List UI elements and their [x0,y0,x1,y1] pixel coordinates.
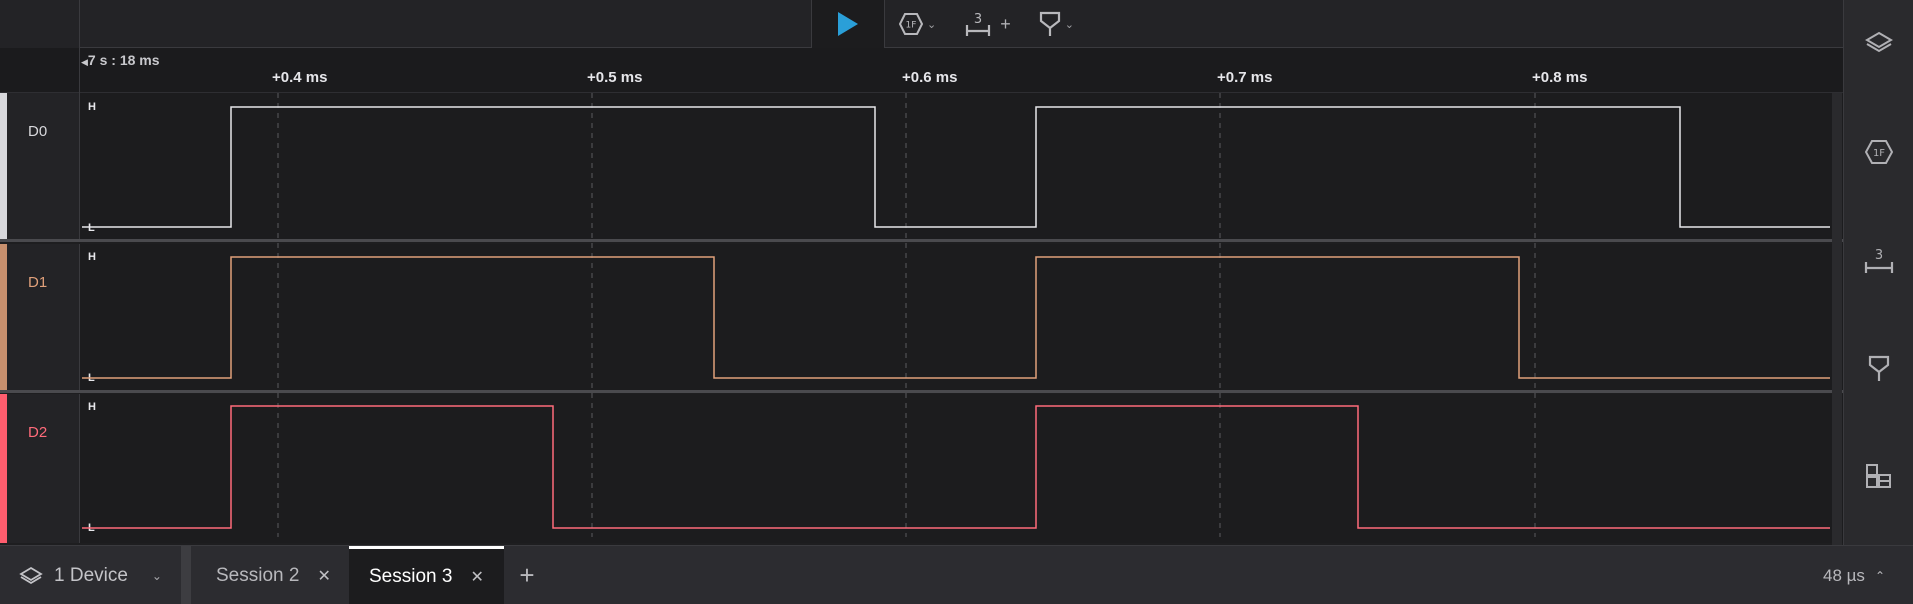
extensions-icon [1866,464,1891,488]
svg-text:1F: 1F [906,21,917,31]
waveform-d0 [82,106,1830,228]
logic-analyzer-app: 1F ⌄ 3 + ⌄ ◀7 s : 18 ms +0.4 ms +0.5 ms … [0,0,1913,604]
markers-menu-button[interactable]: ⌄ [1025,0,1088,48]
svg-text:3: 3 [1875,248,1883,263]
waveform-d2 [82,405,1830,529]
channel-list: D0 H L D1 H L D2 H L [0,93,1843,545]
analyzers-panel-button[interactable]: 1F [1844,122,1913,182]
play-icon [838,12,858,36]
marker-pin-icon [1868,355,1890,381]
hex-1f-icon: 1F [899,13,923,35]
add-session-button[interactable]: + [507,546,547,604]
close-icon[interactable]: ✕ [470,567,483,587]
extensions-panel-button[interactable] [1844,446,1913,506]
origin-arrow-icon: ◀ [81,57,88,67]
capture-toolbar: 1F ⌄ 3 + ⌄ [811,0,1088,48]
tick-label: +0.7 ms [1217,69,1273,86]
measure-3-icon: 3 [1864,248,1894,273]
time-ruler[interactable]: ◀7 s : 18 ms +0.4 ms +0.5 ms +0.6 ms +0.… [0,48,1843,93]
ruler-origin-time: ◀7 s : 18 ms [81,52,160,68]
waveform-d1 [82,256,1830,379]
tab-session-3[interactable]: Session 3 ✕ [349,546,504,604]
tick-label: +0.4 ms [272,69,328,86]
start-capture-button[interactable] [811,0,885,48]
close-icon[interactable]: ✕ [317,566,330,586]
chevron-up-icon: ⌃ [1874,568,1885,583]
device-label: 1 Device [54,564,128,586]
tab-session-2[interactable]: Session 2 ✕ [196,546,351,604]
tick-label: +0.5 ms [587,69,643,86]
tab-label: Session 3 [369,566,453,587]
time-gridlines [277,93,1536,537]
chevron-down-icon: ⌄ [151,568,162,583]
layers-icon [19,566,43,584]
chevron-down-icon: ⌄ [927,18,937,31]
chevron-down-icon: ⌄ [1064,18,1074,31]
measurements-panel-button[interactable]: 3 [1844,230,1913,290]
tick-label: +0.6 ms [902,69,958,86]
device-settings-button[interactable] [1844,12,1913,72]
ruler-left-gutter [0,48,80,93]
svg-text:1F: 1F [1873,148,1885,159]
device-selector[interactable]: 1 Device ⌄ [0,546,180,604]
top-toolbar: 1F ⌄ 3 + ⌄ [0,0,1843,48]
right-sidebar: 1F 3 [1843,0,1913,545]
add-measurement-button[interactable]: 3 + [950,0,1025,48]
markers-panel-button[interactable] [1844,338,1913,398]
analyzers-menu-button[interactable]: 1F ⌄ [885,0,950,48]
bottom-divider [181,546,191,604]
marker-pin-icon [1039,11,1060,36]
tick-label: +0.8 ms [1532,69,1588,86]
waveform-scrollbar[interactable] [1832,93,1842,545]
hex-1f-icon: 1F [1865,140,1893,164]
svg-text:3: 3 [974,12,982,27]
plus-icon: + [1000,13,1011,34]
top-left-gutter [0,0,80,48]
waveform-canvas[interactable] [0,93,1843,545]
zoom-readout[interactable]: 48 µs ⌃ [1823,546,1885,604]
layers-icon [1865,31,1893,53]
measure-3-icon: 3 [966,12,991,36]
bottom-bar: 1 Device ⌄ Session 2 ✕ Session 3 ✕ + 48 … [0,545,1913,604]
zoom-value: 48 µs [1823,565,1865,585]
tab-label: Session 2 [216,564,300,586]
